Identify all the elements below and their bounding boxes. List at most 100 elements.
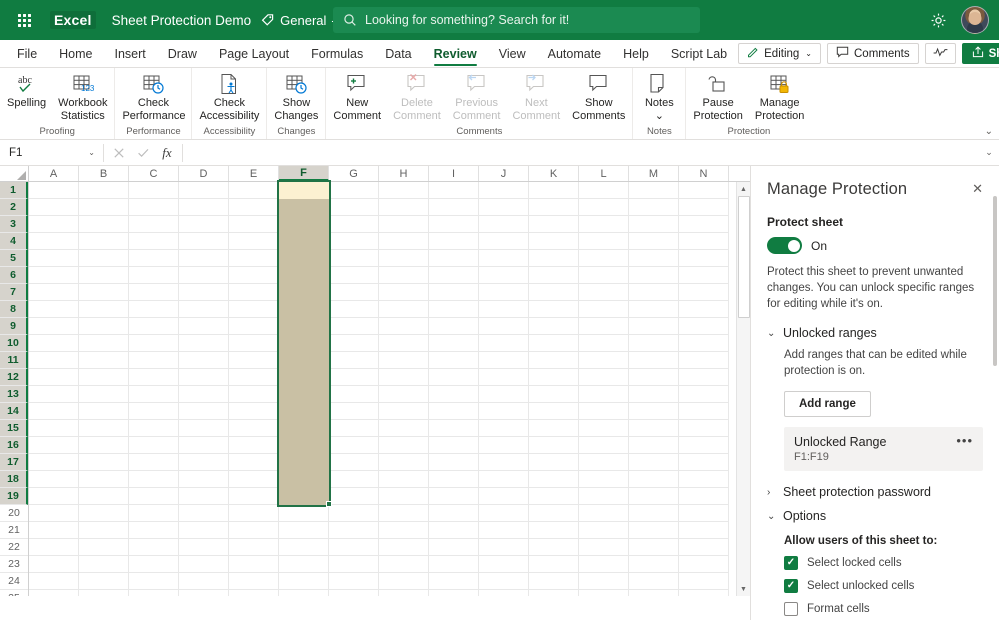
cell-E23[interactable] (229, 556, 279, 573)
ribbon-button-spelling-abc[interactable]: abc Spelling (1, 71, 52, 110)
cell-N21[interactable] (679, 522, 729, 539)
ribbon-button-notes[interactable]: Notes ⌄ (634, 71, 684, 122)
cell-C5[interactable] (129, 250, 179, 267)
ribbon-button-show-changes[interactable]: Show Changes (268, 71, 324, 122)
column-header-F[interactable]: F (279, 166, 329, 181)
cell-J15[interactable] (479, 420, 529, 437)
cell-M17[interactable] (629, 454, 679, 471)
cell-E9[interactable] (229, 318, 279, 335)
cell-J20[interactable] (479, 505, 529, 522)
cell-D25[interactable] (179, 590, 229, 596)
cell-J17[interactable] (479, 454, 529, 471)
column-header-D[interactable]: D (179, 166, 229, 181)
cell-G25[interactable] (329, 590, 379, 596)
cell-K19[interactable] (529, 488, 579, 505)
option-format-cells[interactable]: Format cells (767, 602, 983, 616)
cell-L5[interactable] (579, 250, 629, 267)
chevron-down-icon[interactable]: ⌄ (979, 147, 999, 158)
tab-script-lab[interactable]: Script Lab (660, 40, 738, 67)
column-header-K[interactable]: K (529, 166, 579, 181)
cell-A24[interactable] (29, 573, 79, 590)
cell-D24[interactable] (179, 573, 229, 590)
cell-D13[interactable] (179, 386, 229, 403)
cell-H25[interactable] (379, 590, 429, 596)
cell-F23[interactable] (279, 556, 329, 573)
cell-M11[interactable] (629, 352, 679, 369)
cell-E22[interactable] (229, 539, 279, 556)
chevron-down-icon[interactable]: ⌄ (88, 148, 95, 157)
cell-J10[interactable] (479, 335, 529, 352)
cell-J11[interactable] (479, 352, 529, 369)
cell-B16[interactable] (79, 437, 129, 454)
cell-F20[interactable] (279, 505, 329, 522)
cell-G18[interactable] (329, 471, 379, 488)
tab-automate[interactable]: Automate (537, 40, 613, 67)
cell-C16[interactable] (129, 437, 179, 454)
row-header-22[interactable]: 22 (0, 539, 28, 556)
cell-F25[interactable] (279, 590, 329, 596)
cell-J6[interactable] (479, 267, 529, 284)
ribbon-button-show-comments[interactable]: Show Comments (566, 71, 631, 122)
cell-I8[interactable] (429, 301, 479, 318)
cell-J12[interactable] (479, 369, 529, 386)
row-header-8[interactable]: 8 (0, 301, 28, 318)
cell-C15[interactable] (129, 420, 179, 437)
cell-J5[interactable] (479, 250, 529, 267)
cell-M15[interactable] (629, 420, 679, 437)
column-header-I[interactable]: I (429, 166, 479, 181)
row-header-10[interactable]: 10 (0, 335, 28, 352)
cell-G13[interactable] (329, 386, 379, 403)
cell-B17[interactable] (79, 454, 129, 471)
cell-I21[interactable] (429, 522, 479, 539)
cell-C25[interactable] (129, 590, 179, 596)
cell-N14[interactable] (679, 403, 729, 420)
cell-M5[interactable] (629, 250, 679, 267)
active-cell-f1[interactable] (279, 182, 329, 199)
cell-M2[interactable] (629, 199, 679, 216)
cell-C20[interactable] (129, 505, 179, 522)
cell-G3[interactable] (329, 216, 379, 233)
cell-B24[interactable] (79, 573, 129, 590)
cell-H21[interactable] (379, 522, 429, 539)
document-title[interactable]: Sheet Protection Demo (112, 13, 252, 28)
row-header-18[interactable]: 18 (0, 471, 28, 488)
cell-K1[interactable] (529, 182, 579, 199)
cell-L4[interactable] (579, 233, 629, 250)
cell-C4[interactable] (129, 233, 179, 250)
cell-M8[interactable] (629, 301, 679, 318)
cell-K15[interactable] (529, 420, 579, 437)
cell-F24[interactable] (279, 573, 329, 590)
cell-M24[interactable] (629, 573, 679, 590)
cell-K9[interactable] (529, 318, 579, 335)
cell-D7[interactable] (179, 284, 229, 301)
column-header-J[interactable]: J (479, 166, 529, 181)
cell-N12[interactable] (679, 369, 729, 386)
comments-button[interactable]: Comments (827, 43, 919, 64)
cell-M21[interactable] (629, 522, 679, 539)
tab-insert[interactable]: Insert (104, 40, 157, 67)
cell-E10[interactable] (229, 335, 279, 352)
cell-A18[interactable] (29, 471, 79, 488)
formula-input[interactable] (186, 143, 979, 163)
cell-K2[interactable] (529, 199, 579, 216)
cell-G2[interactable] (329, 199, 379, 216)
cell-D6[interactable] (179, 267, 229, 284)
cell-E19[interactable] (229, 488, 279, 505)
cell-L20[interactable] (579, 505, 629, 522)
cell-L11[interactable] (579, 352, 629, 369)
cell-F21[interactable] (279, 522, 329, 539)
cell-M19[interactable] (629, 488, 679, 505)
cell-K18[interactable] (529, 471, 579, 488)
cell-M9[interactable] (629, 318, 679, 335)
cell-I18[interactable] (429, 471, 479, 488)
cell-C10[interactable] (129, 335, 179, 352)
cell-I11[interactable] (429, 352, 479, 369)
cell-I25[interactable] (429, 590, 479, 596)
cancel-x-icon[interactable] (107, 143, 131, 163)
cell-N22[interactable] (679, 539, 729, 556)
cell-D17[interactable] (179, 454, 229, 471)
cell-C19[interactable] (129, 488, 179, 505)
cell-I17[interactable] (429, 454, 479, 471)
cell-M25[interactable] (629, 590, 679, 596)
cell-N15[interactable] (679, 420, 729, 437)
